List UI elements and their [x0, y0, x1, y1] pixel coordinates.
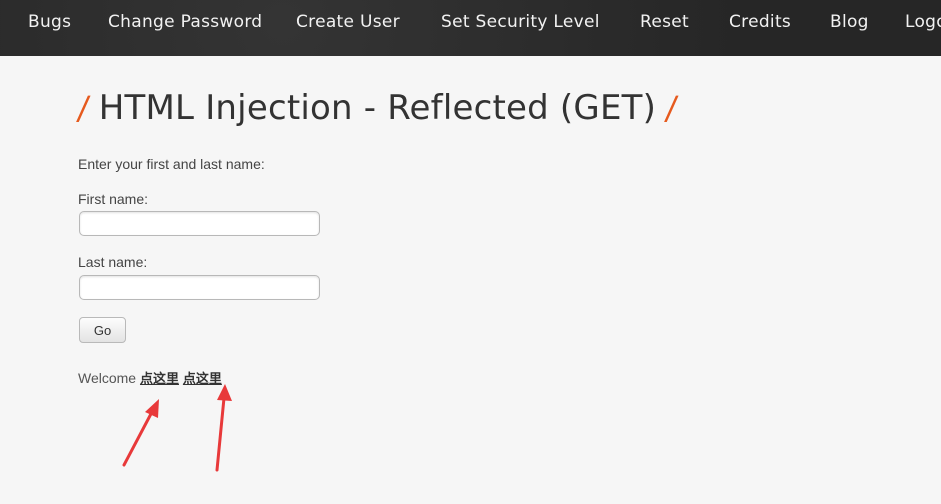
title-slash-left: / [75, 89, 92, 127]
welcome-prefix: Welcome [78, 370, 137, 386]
welcome-message: Welcome 点这里 点这里 [78, 368, 222, 387]
top-navbar: Bugs Change Password Create User Set Sec… [0, 0, 941, 56]
nav-item-set-security-level[interactable]: Set Security Level [441, 12, 600, 32]
red-arrow-icon [122, 399, 159, 467]
form-intro-text: Enter your first and last name: [78, 156, 265, 172]
first-name-input[interactable] [79, 211, 320, 236]
last-name-input[interactable] [79, 275, 320, 300]
page-heading: / HTML Injection - Reflected (GET) / [75, 88, 680, 134]
title-slash-right: / [663, 89, 680, 127]
injected-link-2[interactable]: 点这里 [183, 372, 222, 387]
last-name-label: Last name: [78, 254, 148, 270]
first-name-label: First name: [78, 191, 149, 207]
nav-item-logout[interactable]: Logo [905, 12, 941, 32]
red-arrow-icon [215, 384, 232, 472]
nav-item-credits[interactable]: Credits [729, 12, 791, 32]
page-title: HTML Injection - Reflected (GET) [98, 88, 657, 128]
nav-item-bugs[interactable]: Bugs [28, 12, 71, 32]
injected-link-1[interactable]: 点这里 [140, 372, 179, 387]
nav-item-reset[interactable]: Reset [640, 12, 689, 32]
nav-item-change-password[interactable]: Change Password [108, 12, 262, 32]
go-button[interactable]: Go [79, 317, 126, 343]
nav-item-blog[interactable]: Blog [830, 12, 869, 32]
nav-item-create-user[interactable]: Create User [296, 12, 400, 32]
annotation-arrows [122, 384, 232, 472]
